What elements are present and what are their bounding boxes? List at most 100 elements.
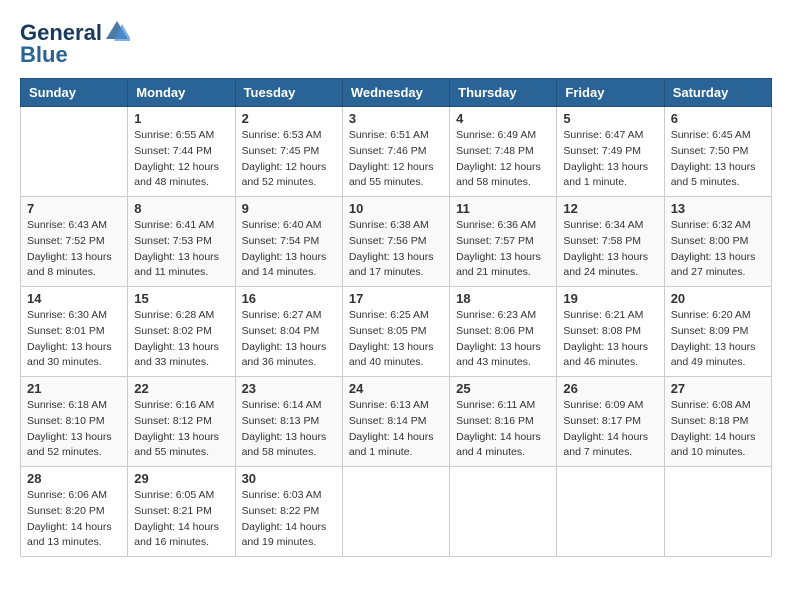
calendar-cell: 28 Sunrise: 6:06 AMSunset: 8:20 PMDayligh… [21, 467, 128, 557]
day-number: 22 [134, 381, 228, 396]
calendar-cell: 12 Sunrise: 6:34 AMSunset: 7:58 PMDayligh… [557, 197, 664, 287]
day-number: 7 [27, 201, 121, 216]
calendar-cell: 30 Sunrise: 6:03 AMSunset: 8:22 PMDayligh… [235, 467, 342, 557]
calendar-cell: 8 Sunrise: 6:41 AMSunset: 7:53 PMDaylight… [128, 197, 235, 287]
day-info: Sunrise: 6:11 AMSunset: 8:16 PMDaylight:… [456, 398, 550, 461]
day-info: Sunrise: 6:06 AMSunset: 8:20 PMDaylight:… [27, 488, 121, 551]
day-number: 1 [134, 111, 228, 126]
day-info: Sunrise: 6:45 AMSunset: 7:50 PMDaylight:… [671, 128, 765, 191]
calendar-cell: 9 Sunrise: 6:40 AMSunset: 7:54 PMDaylight… [235, 197, 342, 287]
day-number: 6 [671, 111, 765, 126]
calendar-cell: 4Sunrise: 6:49 AMSunset: 7:48 PMDaylight… [450, 107, 557, 197]
logo: General Blue [20, 20, 130, 68]
day-info: Sunrise: 6:13 AMSunset: 8:14 PMDaylight:… [349, 398, 443, 461]
day-number: 2 [242, 111, 336, 126]
calendar-week-row: 21Sunrise: 6:18 AMSunset: 8:10 PMDayligh… [21, 377, 772, 467]
calendar-table: SundayMondayTuesdayWednesdayThursdayFrid… [20, 78, 772, 557]
day-info: Sunrise: 6:49 AMSunset: 7:48 PMDaylight:… [456, 128, 550, 191]
logo-icon [104, 19, 130, 45]
day-info: Sunrise: 6:28 AMSunset: 8:02 PMDaylight:… [134, 308, 228, 371]
calendar-week-row: 1 Sunrise: 6:55 AMSunset: 7:44 PMDaylight… [21, 107, 772, 197]
day-number: 20 [671, 291, 765, 306]
col-header-friday: Friday [557, 79, 664, 107]
calendar-cell: 19 Sunrise: 6:21 AMSunset: 8:08 PMDayligh… [557, 287, 664, 377]
day-info: Sunrise: 6:47 AMSunset: 7:49 PMDaylight:… [563, 128, 657, 191]
calendar-cell: 15 Sunrise: 6:28 AMSunset: 8:02 PMDayligh… [128, 287, 235, 377]
day-info: Sunrise: 6:38 AMSunset: 7:56 PMDaylight:… [349, 218, 443, 281]
calendar-cell: 25 Sunrise: 6:11 AMSunset: 8:16 PMDayligh… [450, 377, 557, 467]
day-number: 9 [242, 201, 336, 216]
day-info: Sunrise: 6:05 AMSunset: 8:21 PMDaylight:… [134, 488, 228, 551]
day-number: 10 [349, 201, 443, 216]
day-number: 21 [27, 381, 121, 396]
calendar-week-row: 28 Sunrise: 6:06 AMSunset: 8:20 PMDayligh… [21, 467, 772, 557]
calendar-week-row: 7 Sunrise: 6:43 AMSunset: 7:52 PMDaylight… [21, 197, 772, 287]
day-number: 11 [456, 201, 550, 216]
day-number: 13 [671, 201, 765, 216]
day-number: 18 [456, 291, 550, 306]
calendar-cell [664, 467, 771, 557]
calendar-cell: 14Sunrise: 6:30 AMSunset: 8:01 PMDayligh… [21, 287, 128, 377]
col-header-wednesday: Wednesday [342, 79, 449, 107]
day-number: 15 [134, 291, 228, 306]
day-number: 29 [134, 471, 228, 486]
calendar-week-row: 14Sunrise: 6:30 AMSunset: 8:01 PMDayligh… [21, 287, 772, 377]
calendar-cell: 20 Sunrise: 6:20 AMSunset: 8:09 PMDayligh… [664, 287, 771, 377]
day-info: Sunrise: 6:25 AMSunset: 8:05 PMDaylight:… [349, 308, 443, 371]
day-info: Sunrise: 6:43 AMSunset: 7:52 PMDaylight:… [27, 218, 121, 281]
day-info: Sunrise: 6:20 AMSunset: 8:09 PMDaylight:… [671, 308, 765, 371]
day-info: Sunrise: 6:36 AMSunset: 7:57 PMDaylight:… [456, 218, 550, 281]
calendar-cell: 27 Sunrise: 6:08 AMSunset: 8:18 PMDayligh… [664, 377, 771, 467]
page-header: General Blue [20, 20, 772, 68]
day-number: 23 [242, 381, 336, 396]
calendar-cell: 10 Sunrise: 6:38 AMSunset: 7:56 PMDayligh… [342, 197, 449, 287]
day-info: Sunrise: 6:34 AMSunset: 7:58 PMDaylight:… [563, 218, 657, 281]
day-number: 12 [563, 201, 657, 216]
day-number: 26 [563, 381, 657, 396]
day-info: Sunrise: 6:27 AMSunset: 8:04 PMDaylight:… [242, 308, 336, 371]
calendar-cell: 24 Sunrise: 6:13 AMSunset: 8:14 PMDayligh… [342, 377, 449, 467]
day-info: Sunrise: 6:08 AMSunset: 8:18 PMDaylight:… [671, 398, 765, 461]
day-number: 30 [242, 471, 336, 486]
day-number: 3 [349, 111, 443, 126]
col-header-monday: Monday [128, 79, 235, 107]
calendar-cell: 26Sunrise: 6:09 AMSunset: 8:17 PMDayligh… [557, 377, 664, 467]
day-info: Sunrise: 6:16 AMSunset: 8:12 PMDaylight:… [134, 398, 228, 461]
calendar-cell: 18Sunrise: 6:23 AMSunset: 8:06 PMDayligh… [450, 287, 557, 377]
calendar-cell: 13 Sunrise: 6:32 AMSunset: 8:00 PMDayligh… [664, 197, 771, 287]
day-number: 28 [27, 471, 121, 486]
calendar-cell: 17 Sunrise: 6:25 AMSunset: 8:05 PMDayligh… [342, 287, 449, 377]
calendar-cell [557, 467, 664, 557]
calendar-cell: 29 Sunrise: 6:05 AMSunset: 8:21 PMDayligh… [128, 467, 235, 557]
day-number: 19 [563, 291, 657, 306]
day-number: 8 [134, 201, 228, 216]
col-header-sunday: Sunday [21, 79, 128, 107]
day-info: Sunrise: 6:55 AMSunset: 7:44 PMDaylight:… [134, 128, 228, 191]
day-number: 24 [349, 381, 443, 396]
calendar-cell: 23Sunrise: 6:14 AMSunset: 8:13 PMDayligh… [235, 377, 342, 467]
calendar-cell: 5Sunrise: 6:47 AMSunset: 7:49 PMDaylight… [557, 107, 664, 197]
calendar-cell: 2 Sunrise: 6:53 AMSunset: 7:45 PMDaylight… [235, 107, 342, 197]
calendar-cell: 3Sunrise: 6:51 AMSunset: 7:46 PMDaylight… [342, 107, 449, 197]
day-number: 16 [242, 291, 336, 306]
calendar-cell: 16 Sunrise: 6:27 AMSunset: 8:04 PMDayligh… [235, 287, 342, 377]
day-info: Sunrise: 6:53 AMSunset: 7:45 PMDaylight:… [242, 128, 336, 191]
col-header-saturday: Saturday [664, 79, 771, 107]
col-header-tuesday: Tuesday [235, 79, 342, 107]
day-number: 27 [671, 381, 765, 396]
day-info: Sunrise: 6:40 AMSunset: 7:54 PMDaylight:… [242, 218, 336, 281]
day-number: 25 [456, 381, 550, 396]
day-info: Sunrise: 6:32 AMSunset: 8:00 PMDaylight:… [671, 218, 765, 281]
calendar-cell: 7 Sunrise: 6:43 AMSunset: 7:52 PMDaylight… [21, 197, 128, 287]
col-header-thursday: Thursday [450, 79, 557, 107]
day-info: Sunrise: 6:41 AMSunset: 7:53 PMDaylight:… [134, 218, 228, 281]
calendar-cell: 11 Sunrise: 6:36 AMSunset: 7:57 PMDayligh… [450, 197, 557, 287]
day-info: Sunrise: 6:03 AMSunset: 8:22 PMDaylight:… [242, 488, 336, 551]
calendar-cell: 22 Sunrise: 6:16 AMSunset: 8:12 PMDayligh… [128, 377, 235, 467]
calendar-cell [342, 467, 449, 557]
day-number: 14 [27, 291, 121, 306]
calendar-header-row: SundayMondayTuesdayWednesdayThursdayFrid… [21, 79, 772, 107]
calendar-cell: 21Sunrise: 6:18 AMSunset: 8:10 PMDayligh… [21, 377, 128, 467]
day-number: 17 [349, 291, 443, 306]
day-info: Sunrise: 6:21 AMSunset: 8:08 PMDaylight:… [563, 308, 657, 371]
